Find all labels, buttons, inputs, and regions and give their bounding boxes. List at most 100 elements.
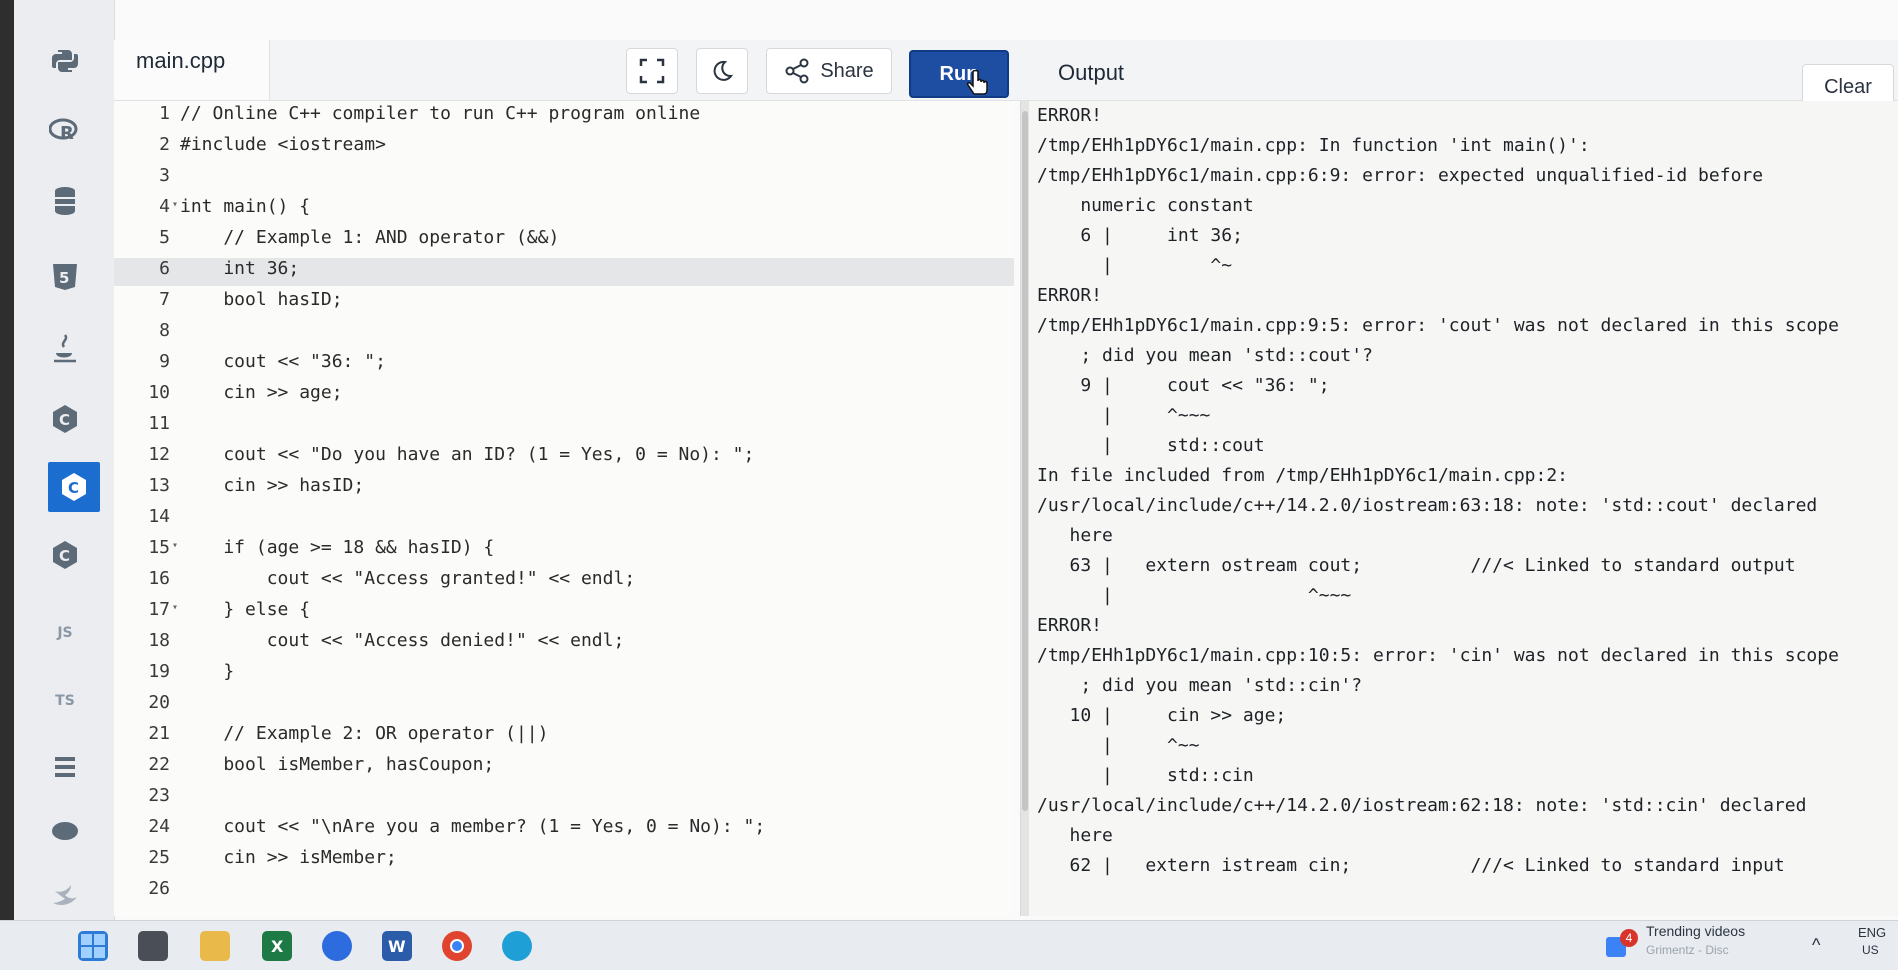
- file-tab[interactable]: main.cpp: [114, 40, 270, 100]
- output-line: | ^~~~: [1037, 585, 1352, 606]
- chrome-icon[interactable]: [442, 931, 472, 961]
- code-line[interactable]: 16 cout << "Access granted!" << endl;: [114, 568, 1014, 596]
- code-line[interactable]: 24 cout << "\nAre you a member? (1 = Yes…: [114, 816, 1014, 844]
- editor-header: main.cpp Share Run Output Clear: [114, 40, 1898, 110]
- code-text: int 36;: [180, 258, 300, 279]
- swift-icon[interactable]: [46, 876, 84, 914]
- code-line[interactable]: 13 cin >> hasID;: [114, 475, 1014, 503]
- output-line: ERROR!: [1037, 285, 1103, 306]
- line-number: 15: [148, 537, 170, 558]
- line-number: 20: [148, 692, 170, 713]
- code-line[interactable]: 19 }: [114, 661, 1014, 689]
- output-line: /usr/local/include/c++/14.2.0/iostream:6…: [1037, 495, 1818, 516]
- line-number: 5: [159, 227, 170, 248]
- typescript-icon[interactable]: TS: [46, 682, 84, 720]
- code-line[interactable]: 11: [114, 413, 1014, 441]
- code-editor[interactable]: 1 // Online C++ compiler to run C++ progr…: [114, 101, 1014, 916]
- output-line: ; did you mean 'std::cin'?: [1037, 675, 1363, 696]
- share-label: Share: [820, 59, 874, 82]
- c-lang-icon[interactable]: C: [46, 400, 84, 438]
- code-line[interactable]: 26: [114, 878, 1014, 906]
- line-number: 26: [148, 878, 170, 899]
- sql-icon[interactable]: [46, 182, 84, 220]
- output-line: /usr/local/include/c++/14.2.0/iostream:6…: [1037, 795, 1807, 816]
- code-line[interactable]: 6 int 36;: [114, 258, 1014, 286]
- edge-icon[interactable]: [502, 931, 532, 961]
- code-line[interactable]: 21 // Example 2: OR operator (||): [114, 723, 1014, 751]
- line-number: 16: [148, 568, 170, 589]
- code-line[interactable]: 17 ▾ } else {: [114, 599, 1014, 627]
- r-lang-icon[interactable]: R: [46, 112, 84, 150]
- file-explorer-icon[interactable]: [138, 931, 168, 961]
- line-number: 2: [159, 134, 170, 155]
- code-line[interactable]: 4 ▾ int main() {: [114, 196, 1014, 224]
- cpp-icon[interactable]: C: [48, 462, 100, 512]
- code-line[interactable]: 25 cin >> isMember;: [114, 847, 1014, 875]
- javascript-icon[interactable]: JS: [46, 614, 84, 652]
- output-line: | ^~~~: [1037, 405, 1211, 426]
- windows-start-icon[interactable]: [78, 931, 108, 961]
- line-number: 18: [148, 630, 170, 651]
- output-scrollbar-thumb[interactable]: [1022, 111, 1028, 811]
- fold-arrow-icon[interactable]: ▾: [172, 540, 178, 551]
- code-line[interactable]: 20: [114, 692, 1014, 720]
- csharp-icon[interactable]: C: [46, 536, 84, 574]
- php-icon[interactable]: [46, 812, 84, 850]
- share-icon: [785, 58, 809, 84]
- code-line[interactable]: 12 cout << "Do you have an ID? (1 = Yes,…: [114, 444, 1014, 472]
- code-text: int main() {: [180, 196, 311, 217]
- line-number: 25: [148, 847, 170, 868]
- code-line[interactable]: 7 bool hasID;: [114, 289, 1014, 317]
- go-icon[interactable]: [46, 748, 84, 786]
- language-indicator[interactable]: ENG: [1858, 925, 1886, 940]
- excel-icon[interactable]: X: [262, 931, 292, 961]
- output-line: 9 | cout << "36: ";: [1037, 375, 1330, 396]
- run-button[interactable]: Run: [909, 50, 1009, 98]
- output-line: ; did you mean 'std::cout'?: [1037, 345, 1373, 366]
- code-line[interactable]: 8: [114, 320, 1014, 348]
- code-text: cout << "Access denied!" << endl;: [180, 630, 625, 651]
- code-text: bool hasID;: [180, 289, 343, 310]
- code-line[interactable]: 3: [114, 165, 1014, 193]
- code-line[interactable]: 1 // Online C++ compiler to run C++ progr…: [114, 103, 1014, 131]
- svg-text:X: X: [271, 937, 284, 956]
- zoom-icon[interactable]: [322, 931, 352, 961]
- code-text: // Example 1: AND operator (&&): [180, 227, 560, 248]
- python-icon[interactable]: [46, 42, 84, 80]
- output-line: /tmp/EHh1pDY6c1/main.cpp: In function 'i…: [1037, 135, 1590, 156]
- code-text: cout << "Access granted!" << endl;: [180, 568, 636, 589]
- share-button[interactable]: Share: [766, 48, 892, 94]
- trending-label[interactable]: Trending videos: [1646, 923, 1745, 939]
- fullscreen-button[interactable]: [626, 48, 678, 94]
- code-text: if (age >= 18 && hasID) {: [180, 537, 495, 558]
- app-window: R 5 C C C JS TS main.cpp Share Run Outpu…: [0, 0, 1898, 970]
- code-line[interactable]: 2 #include <iostream>: [114, 134, 1014, 162]
- html5-icon[interactable]: 5: [46, 258, 84, 296]
- code-line[interactable]: 15 ▾ if (age >= 18 && hasID) {: [114, 537, 1014, 565]
- line-number: 10: [148, 382, 170, 403]
- code-line[interactable]: 5 // Example 1: AND operator (&&): [114, 227, 1014, 255]
- moon-icon: [713, 60, 734, 81]
- code-line[interactable]: 10 cin >> age;: [114, 382, 1014, 410]
- svg-text:5: 5: [59, 269, 69, 287]
- code-line[interactable]: 14: [114, 506, 1014, 534]
- tray-chevron-icon[interactable]: ^: [1812, 935, 1820, 956]
- line-number: 12: [148, 444, 170, 465]
- fold-arrow-icon[interactable]: ▾: [172, 199, 178, 210]
- word-icon[interactable]: W: [382, 931, 412, 961]
- line-number: 17: [148, 599, 170, 620]
- folder-icon[interactable]: [200, 931, 230, 961]
- code-text: }: [180, 661, 235, 682]
- code-line[interactable]: 23: [114, 785, 1014, 813]
- output-scrollbar[interactable]: [1021, 101, 1029, 916]
- line-number: 3: [159, 165, 170, 186]
- code-text: cin >> isMember;: [180, 847, 397, 868]
- code-line[interactable]: 18 cout << "Access denied!" << endl;: [114, 630, 1014, 658]
- output-line: | ^~: [1037, 255, 1233, 276]
- java-icon[interactable]: [46, 330, 84, 368]
- code-text: } else {: [180, 599, 311, 620]
- theme-toggle-button[interactable]: [696, 48, 748, 94]
- fold-arrow-icon[interactable]: ▾: [172, 602, 178, 613]
- code-line[interactable]: 22 bool isMember, hasCoupon;: [114, 754, 1014, 782]
- code-line[interactable]: 9 cout << "36: ";: [114, 351, 1014, 379]
